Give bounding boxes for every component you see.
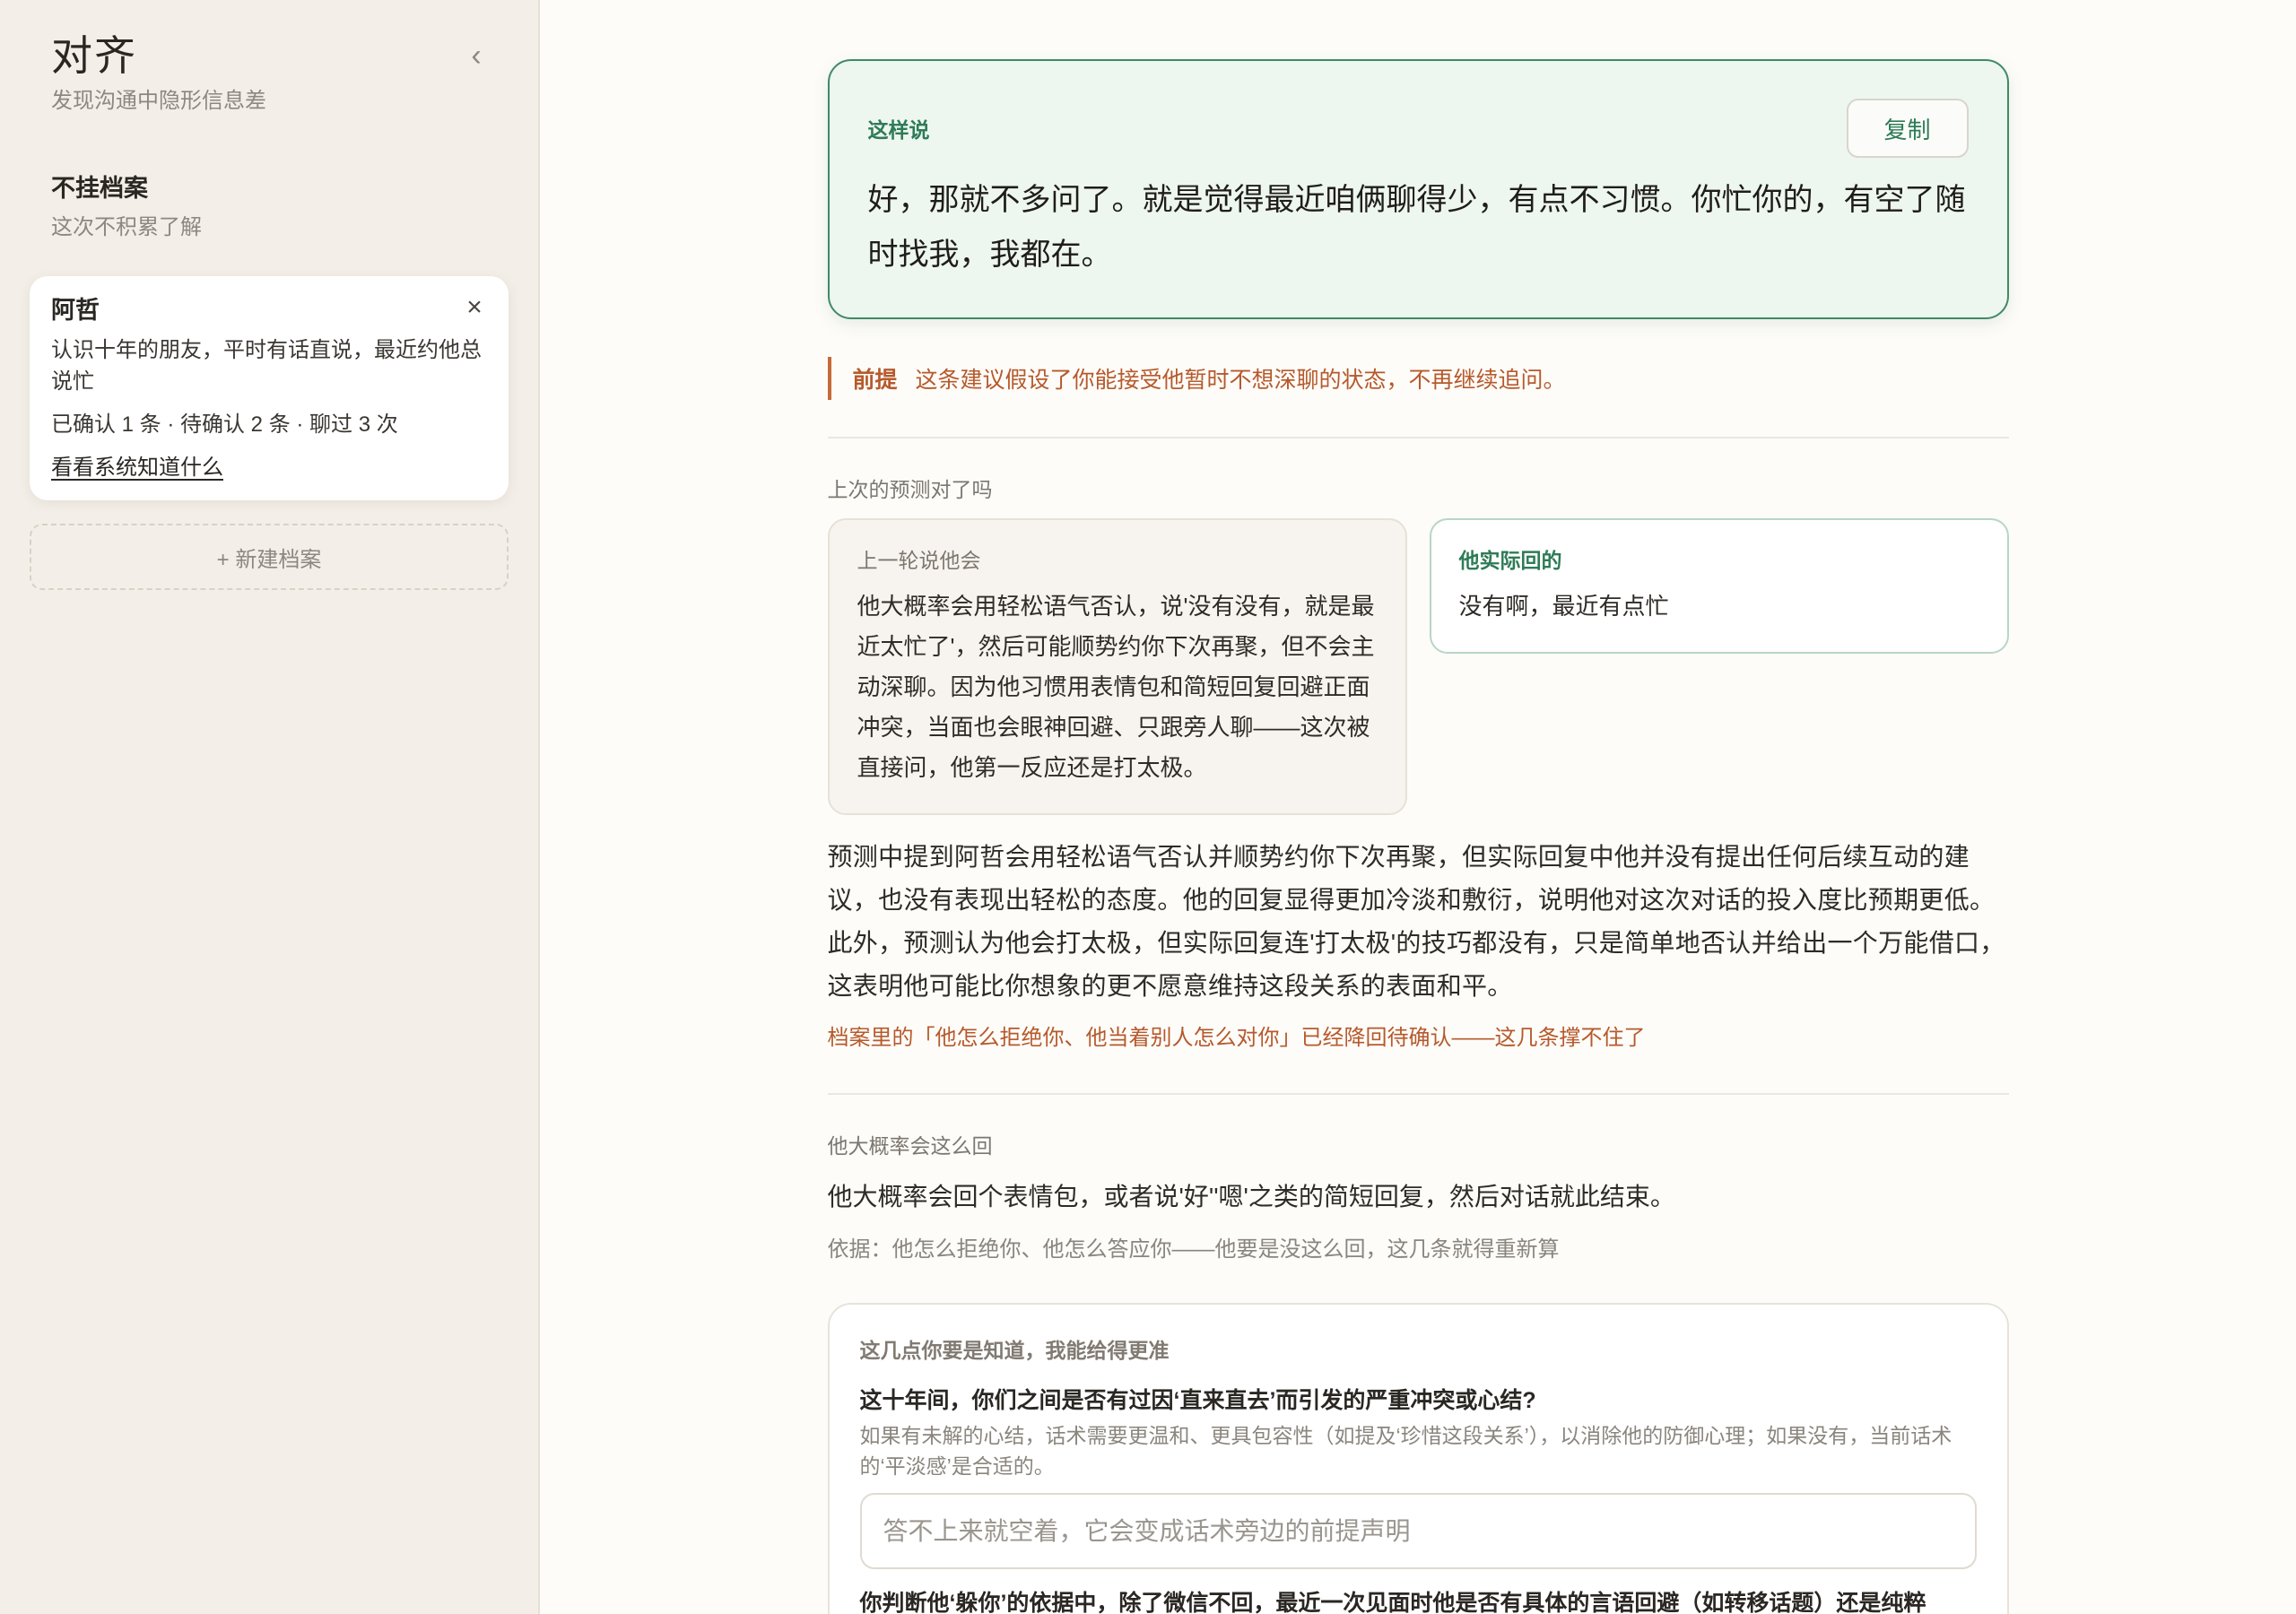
profile-card[interactable]: 阿哲 × 认识十年的朋友，平时有话直说，最近约他总说忙 已确认 1 条 · 待确… — [30, 276, 509, 500]
no-profile-title: 不挂档案 — [51, 175, 148, 202]
question-item: 你判断他‘躲你’的依据中，除了微信不回，最近一次见面时他是否有具体的言语回避（如… — [860, 1587, 1977, 1614]
no-profile-subtitle: 这次不积累了解 — [51, 215, 202, 239]
prediction-check-heading: 上次的预测对了吗 — [827, 478, 993, 501]
predicted-text: 他大概率会用轻松语气否认，说'没有没有，就是最近太忙了'，然后可能顺势约你下次再… — [857, 593, 1375, 781]
suggestion-header: 这样说 复制 — [868, 99, 1969, 158]
next-reply-text: 他大概率会回个表情包，或者说'好''嗯'之类的简短回复，然后对话就此结束。 — [827, 1183, 1675, 1210]
prediction-comparison: 上一轮说他会 他大概率会用轻松语气否认，说'没有没有，就是最近太忙了'，然后可能… — [827, 518, 2009, 815]
app-title: 对齐 — [51, 31, 137, 80]
question-item: 这十年间，你们之间是否有过因‘直来直去’而引发的严重冲突或心结? 如果有未解的心… — [859, 1384, 1977, 1569]
profile-name: 阿哲 — [51, 297, 100, 324]
sidebar: 对齐 发现沟通中隐形信息差 ‹ 不挂档案 这次不积累了解 阿哲 × 认识十年的朋… — [0, 0, 540, 1614]
question-title: 这十年间，你们之间是否有过因‘直来直去’而引发的严重冲突或心结? — [859, 1388, 1536, 1413]
answer-input[interactable] — [859, 1493, 1977, 1569]
suggestion-text: 好，那就不多问了。就是觉得最近咱俩聊得少，有点不习惯。你忙你的，有空了随时找我，… — [867, 183, 1966, 272]
profile-description: 认识十年的朋友，平时有话直说，最近约他总说忙 — [51, 338, 482, 394]
content-column: 这样说 复制 好，那就不多问了。就是觉得最近咱俩聊得少，有点不习惯。你忙你的，有… — [827, 0, 2009, 1614]
premise-label: 前提 — [852, 368, 898, 393]
no-profile-option[interactable]: 不挂档案 这次不积累了解 — [0, 171, 538, 243]
close-icon[interactable]: × — [464, 293, 485, 322]
copy-button[interactable]: 复制 — [1846, 99, 1969, 158]
next-reply-heading: 他大概率会这么回 — [827, 1134, 993, 1158]
sidebar-header: 对齐 发现沟通中隐形信息差 — [0, 0, 538, 117]
main-content: 这样说 复制 好，那就不多问了。就是觉得最近咱俩聊得少，有点不习惯。你忙你的，有… — [540, 0, 2296, 1614]
actual-text: 没有啊，最近有点忙 — [1458, 593, 1669, 620]
suggestion-card: 这样说 复制 好，那就不多问了。就是觉得最近咱俩聊得少，有点不习惯。你忙你的，有… — [827, 59, 2009, 319]
app-subtitle: 发现沟通中隐形信息差 — [51, 89, 266, 113]
new-profile-button[interactable]: + 新建档案 — [30, 524, 509, 590]
predicted-reply-box: 上一轮说他会 他大概率会用轻松语气否认，说'没有没有，就是最近太忙了'，然后可能… — [827, 518, 1407, 815]
prediction-analysis: 预测中提到阿哲会用轻松语气否认并顺势约你下次再聚，但实际回复中他并没有提出任何后… — [827, 843, 2005, 1000]
premise-note: 前提 这条建议假设了你能接受他暂时不想深聊的状态，不再继续追问。 — [827, 357, 2009, 400]
profile-downgrade-note: 档案里的「他怎么拒绝你、他当着别人怎么对你」已经降回待确认——这几条撑不住了 — [827, 1026, 1646, 1050]
profile-stats: 已确认 1 条 · 待确认 2 条 · 聊过 3 次 — [51, 412, 398, 437]
next-reply-basis: 依据：他怎么拒绝你、他怎么答应你——他要是没这么回，这几条就得重新算 — [827, 1237, 1560, 1262]
actual-reply-box: 他实际回的 没有啊，最近有点忙 — [1429, 518, 2009, 654]
divider — [827, 437, 2009, 438]
suggestion-label: 这样说 — [867, 118, 930, 142]
premise-text: 这条建议假设了你能接受他暂时不想深聊的状态，不再继续追问。 — [915, 368, 1566, 393]
divider — [827, 1093, 2009, 1095]
app-window: 对齐 发现沟通中隐形信息差 ‹ 不挂档案 这次不积累了解 阿哲 × 认识十年的朋… — [0, 0, 2296, 1614]
questions-heading: 这几点你要是知道，我能给得更准 — [859, 1339, 1170, 1362]
actual-label: 他实际回的 — [1458, 549, 1562, 572]
questions-card: 这几点你要是知道，我能给得更准 这十年间，你们之间是否有过因‘直来直去’而引发的… — [827, 1303, 2009, 1614]
question-title: 你判断他‘躲你’的依据中，除了微信不回，最近一次见面时他是否有具体的言语回避（如… — [859, 1591, 1926, 1614]
view-knowledge-link[interactable]: 看看系统知道什么 — [51, 453, 223, 483]
predicted-label: 上一轮说他会 — [857, 549, 981, 572]
question-hint: 如果有未解的心结，话术需要更温和、更具包容性（如提及‘珍惜这段关系’），以消除他… — [859, 1424, 1952, 1478]
chevron-left-icon[interactable]: ‹ — [465, 38, 488, 74]
